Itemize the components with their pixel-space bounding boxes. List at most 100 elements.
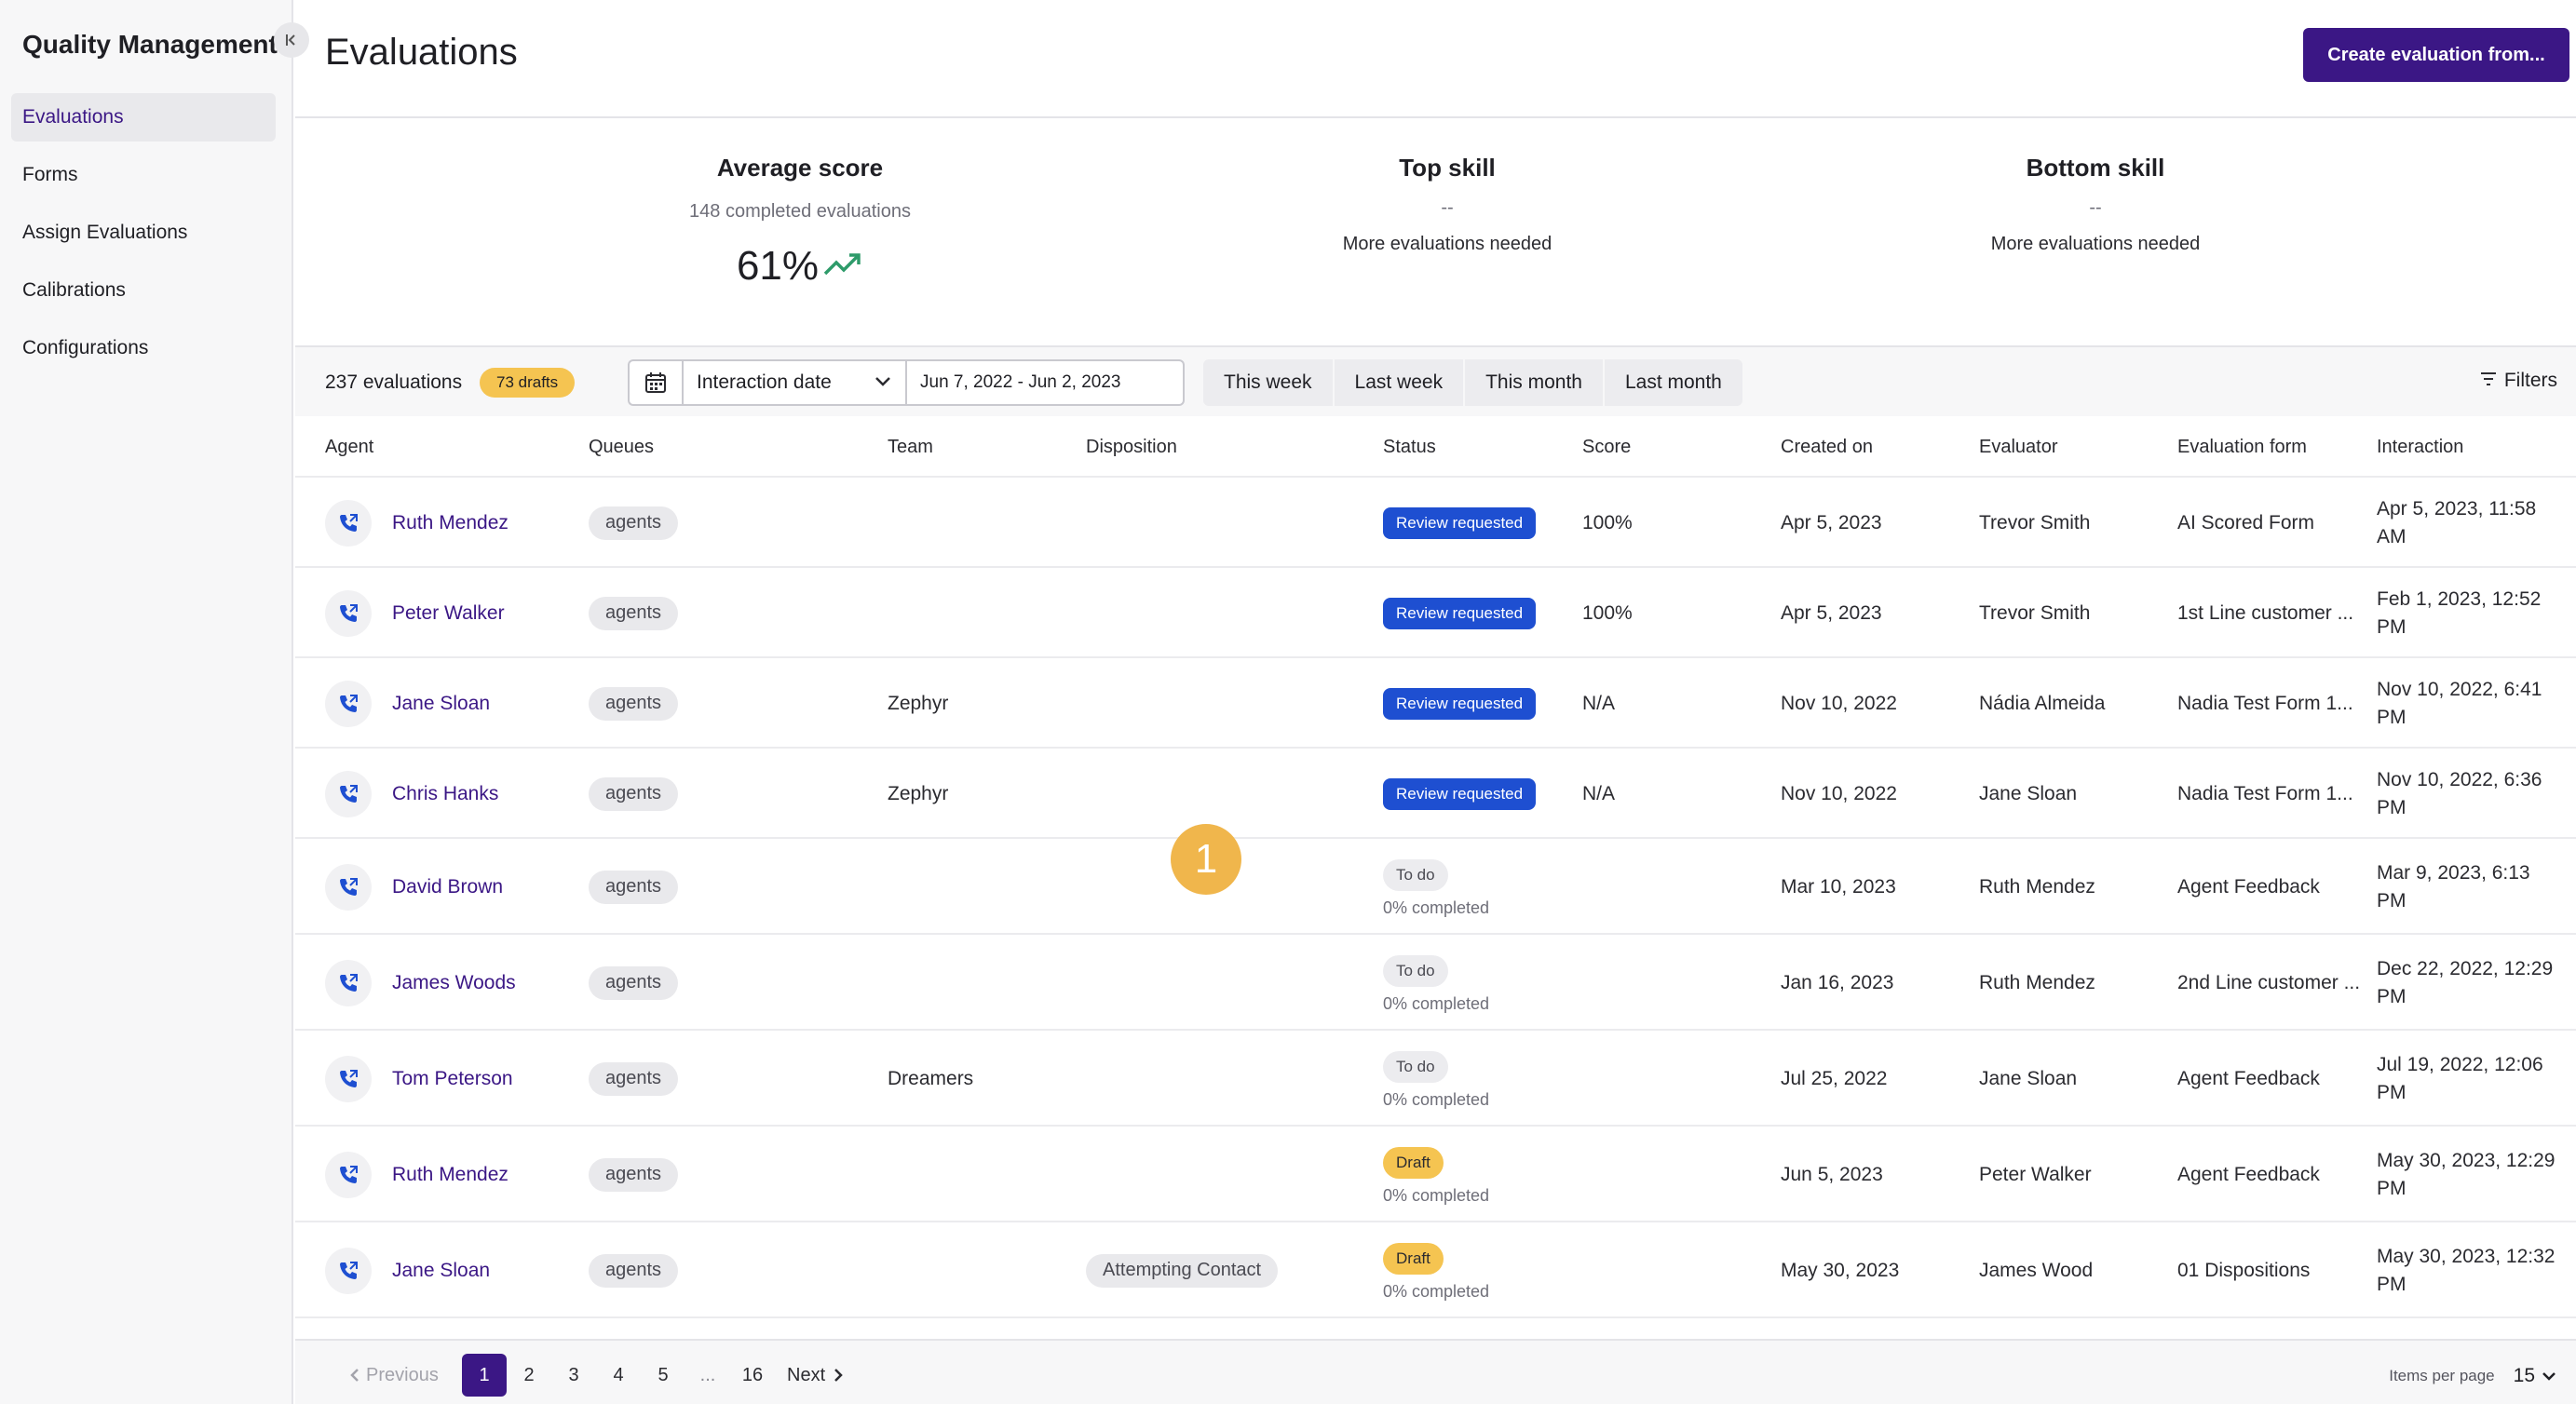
agent-link[interactable]: Tom Peterson — [392, 1068, 513, 1090]
agent-link[interactable]: Jane Sloan — [392, 693, 490, 715]
table-row[interactable]: Chris Hanks agents Zephyr Review requested N… — [295, 749, 2576, 839]
interaction-period: PM — [2377, 889, 2407, 911]
page-16-button[interactable]: 16 — [730, 1354, 775, 1397]
evaluation-form-cell: 01 Dispositions — [2177, 1259, 2311, 1281]
chevron-left-icon — [350, 1369, 359, 1382]
bottom-skill-title: Bottom skill — [2026, 154, 2165, 182]
table-row[interactable]: Tom Peterson agents Dreamers To do 0% comple… — [295, 1031, 2576, 1127]
create-evaluation-button[interactable]: Create evaluation from... — [2303, 28, 2569, 82]
column-team[interactable]: Team — [888, 437, 933, 458]
column-score[interactable]: Score — [1582, 437, 1631, 458]
column-evaluation-form[interactable]: Evaluation form — [2177, 437, 2307, 458]
evaluation-form-cell: Nadia Test Form 1... — [2177, 782, 2353, 804]
interaction-period: PM — [2377, 796, 2407, 818]
page-3-button[interactable]: 3 — [551, 1354, 596, 1397]
sidebar-item-calibrations[interactable]: Calibrations — [11, 266, 276, 315]
phone-call-icon — [325, 589, 372, 637]
table-row[interactable]: Jane Sloan agents Attempting Contact Draft 0… — [295, 1222, 2576, 1318]
top-skill-value: -- — [1441, 197, 1454, 218]
interaction-date: Nov 10, 2022, 6:36 — [2377, 768, 2542, 790]
phone-call-icon — [325, 1151, 372, 1198]
evaluation-form-cell: Agent Feedback — [2177, 1163, 2320, 1185]
disposition-chip: Attempting Contact — [1086, 1253, 1279, 1288]
created-on-cell: Apr 5, 2023 — [1781, 511, 1882, 533]
interaction-cell: Nov 10, 2022, 6:41 PM — [2377, 676, 2542, 732]
column-created-on[interactable]: Created on — [1781, 437, 1873, 458]
table-row[interactable]: Ruth Mendez agents Review requested 100% Apr… — [295, 478, 2576, 568]
table-row[interactable]: Jane Sloan agents Zephyr Review requested N/… — [295, 658, 2576, 749]
agent-link[interactable]: James Woods — [392, 972, 516, 994]
phone-call-icon — [325, 1055, 372, 1102]
filters-button[interactable]: Filters — [2480, 370, 2557, 392]
agent-link[interactable]: Jane Sloan — [392, 1260, 490, 1282]
table-row[interactable]: Peter Walker agents Review requested 100% Ap… — [295, 568, 2576, 658]
column-evaluator[interactable]: Evaluator — [1979, 437, 2058, 458]
stats-panel: Average score 148 completed evaluations … — [295, 120, 2576, 345]
page-5-button[interactable]: 5 — [641, 1354, 685, 1397]
column-interaction[interactable]: Interaction — [2377, 437, 2463, 458]
date-range-input[interactable]: Jun 7, 2022 - Jun 2, 2023 — [907, 359, 1185, 406]
chevron-down-icon — [874, 371, 892, 394]
evaluator-cell: Trevor Smith — [1979, 511, 2091, 533]
page-1-button[interactable]: 1 — [462, 1354, 507, 1397]
average-score-value: 61% — [736, 243, 820, 289]
evaluator-cell: Peter Walker — [1979, 1163, 2092, 1185]
agent-link[interactable]: Ruth Mendez — [392, 1164, 508, 1186]
bottom-skill-card: Bottom skill -- More evaluations needed — [1863, 154, 2328, 255]
interaction-cell: May 30, 2023, 12:32 PM — [2377, 1243, 2555, 1299]
agent-link[interactable]: David Brown — [392, 876, 503, 898]
interaction-date: Jul 19, 2022, 12:06 — [2377, 1053, 2543, 1075]
table-row[interactable]: David Brown agents To do 0% completed Mar 10… — [295, 839, 2576, 935]
status-badge: To do — [1383, 1050, 1448, 1083]
drafts-badge[interactable]: 73 drafts — [480, 368, 576, 398]
items-per-page-value: 15 — [2513, 1365, 2535, 1386]
interaction-period: PM — [2377, 1177, 2407, 1199]
sidebar-item-evaluations[interactable]: Evaluations — [11, 93, 276, 142]
previous-page-button[interactable]: Previous — [347, 1354, 439, 1397]
last-week-button[interactable]: Last week — [1335, 359, 1466, 406]
items-per-page-label: Items per page — [2389, 1367, 2495, 1384]
last-month-button[interactable]: Last month — [1605, 359, 1742, 406]
page-4-button[interactable]: 4 — [596, 1354, 641, 1397]
status-cell: Draft 0% completed — [1383, 1242, 1489, 1302]
date-field-select[interactable]: Interaction date — [682, 359, 907, 406]
table-row[interactable]: Ruth Mendez agents Draft 0% completed Jun 5,… — [295, 1127, 2576, 1222]
evaluator-cell: James Wood — [1979, 1259, 2094, 1281]
calendar-icon[interactable] — [628, 359, 682, 406]
agent-link[interactable]: Chris Hanks — [392, 783, 498, 805]
sidebar-item-configurations[interactable]: Configurations — [11, 324, 276, 372]
collapse-sidebar-icon[interactable] — [274, 22, 309, 58]
column-disposition[interactable]: Disposition — [1086, 437, 1177, 458]
column-agent[interactable]: Agent — [325, 437, 373, 458]
previous-label: Previous — [366, 1364, 439, 1385]
evaluation-form-cell: Nadia Test Form 1... — [2177, 692, 2353, 714]
page-2-button[interactable]: 2 — [507, 1354, 551, 1397]
table-row[interactable]: James Woods agents To do 0% completed Jan 16… — [295, 935, 2576, 1031]
interaction-period: PM — [2377, 615, 2407, 638]
evaluation-form-cell: 2nd Line customer ... — [2177, 971, 2361, 993]
bottom-skill-value: -- — [2089, 197, 2102, 218]
column-status[interactable]: Status — [1383, 437, 1436, 458]
next-page-button[interactable]: Next — [787, 1354, 846, 1397]
sidebar-item-assign-evaluations[interactable]: Assign Evaluations — [11, 209, 276, 257]
interaction-period: PM — [2377, 1273, 2407, 1295]
this-month-button[interactable]: This month — [1465, 359, 1605, 406]
created-on-cell: Apr 5, 2023 — [1781, 601, 1882, 624]
status-badge: Review requested — [1383, 506, 1537, 539]
pagination: Previous 1 2 3 4 5 ... 16 Next Items per… — [295, 1339, 2576, 1404]
interaction-cell: Apr 5, 2023, 11:58 AM — [2377, 495, 2536, 551]
agent-link[interactable]: Ruth Mendez — [392, 512, 508, 534]
filter-icon — [2480, 370, 2497, 392]
agent-link[interactable]: Peter Walker — [392, 602, 505, 625]
status-cell: Review requested — [1383, 506, 1537, 539]
column-queues[interactable]: Queues — [589, 437, 654, 458]
items-per-page-select[interactable]: 15 — [2514, 1365, 2557, 1387]
completion-percent: 0% completed — [1383, 993, 1490, 1013]
status-cell: To do 0% completed — [1383, 1050, 1489, 1110]
average-score-value-wrap: 61% — [567, 243, 1033, 290]
queue-chip: agents — [589, 686, 679, 721]
this-week-button[interactable]: This week — [1203, 359, 1335, 406]
sidebar-item-forms[interactable]: Forms — [11, 151, 276, 199]
created-on-cell: Nov 10, 2022 — [1781, 782, 1897, 804]
status-badge: Review requested — [1383, 597, 1537, 629]
